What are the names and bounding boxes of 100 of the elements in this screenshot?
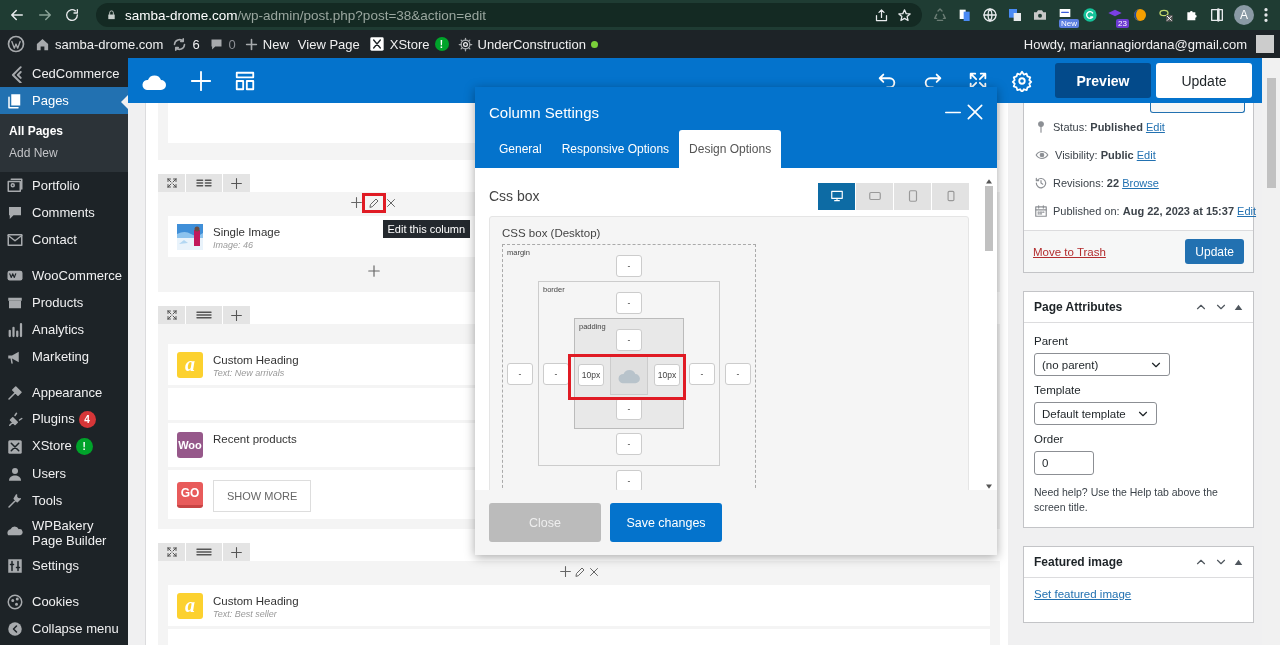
layout-button[interactable] [186, 543, 222, 561]
layout-button[interactable] [186, 306, 222, 324]
value-field[interactable]: - [616, 255, 642, 277]
sidebar-item[interactable]: XStore ! [0, 433, 128, 460]
value-field[interactable]: - [689, 362, 715, 385]
sidebar-item[interactable]: Analytics [0, 316, 128, 343]
submenu-item[interactable]: Add New [0, 142, 128, 164]
edit-link[interactable]: Edit [1237, 205, 1257, 217]
value-field[interactable]: 10px [654, 363, 680, 386]
device-button[interactable] [818, 182, 855, 210]
show-more-button[interactable]: SHOW MORE [213, 480, 312, 512]
move-button[interactable] [158, 306, 185, 324]
publish-info: Visibility: Public Edit [1055, 149, 1156, 161]
xstore-link[interactable]: XStore [389, 36, 430, 52]
close-icon [385, 196, 397, 209]
pencil-icon [573, 565, 586, 578]
document-icon [957, 7, 973, 23]
sidebar-item[interactable]: Appearance [0, 379, 128, 406]
sidebar-item[interactable]: Products [0, 289, 128, 316]
parent-select[interactable]: (no parent) [1034, 353, 1170, 376]
sidebar-item[interactable]: WooCommerce [0, 262, 128, 289]
element-card[interactable]: a Custom Heading Text: Best seller [168, 585, 990, 626]
add-button[interactable] [223, 306, 250, 324]
element-icon: a [177, 351, 203, 378]
delete-button[interactable] [385, 196, 397, 209]
preview-button[interactable]: Preview [1055, 63, 1151, 98]
close-button[interactable] [965, 102, 985, 122]
dialog-tab[interactable]: Responsive Options [551, 130, 680, 168]
move-button[interactable] [158, 174, 185, 192]
value-field[interactable]: - [507, 362, 533, 385]
add-button[interactable] [350, 196, 363, 209]
sidebar-item[interactable]: WPBakery Page Builder [0, 514, 128, 552]
sidebar-item[interactable]: Cookies [0, 588, 128, 615]
save-changes-button[interactable]: Save changes [610, 503, 722, 542]
edit-button[interactable] [573, 565, 586, 578]
dialog-tab[interactable]: Design Options [679, 130, 782, 168]
edit-link[interactable]: Edit [1145, 121, 1165, 133]
update-button[interactable]: Update [1185, 239, 1244, 264]
sidebar-item[interactable]: Portfolio [0, 172, 128, 199]
set-featured-image-link[interactable]: Set featured image [1034, 588, 1132, 600]
sidebar-item[interactable]: Marketing [0, 343, 128, 370]
desktop-icon [829, 189, 844, 203]
sidebar-item[interactable]: Collapse menu [0, 615, 128, 642]
trash-link[interactable]: Move to Trash [1033, 245, 1106, 258]
sidebar-item[interactable]: Plugins 4 [0, 406, 128, 433]
sidebar-item[interactable]: Settings [0, 552, 128, 579]
move-button[interactable] [158, 543, 185, 561]
field-label: Parent [1034, 335, 1068, 347]
edit-button[interactable] [365, 195, 383, 210]
submenu-item[interactable]: All Pages [0, 120, 128, 142]
outline-button[interactable] [1150, 103, 1245, 113]
sidebar-item[interactable]: CedCommerce [0, 60, 128, 87]
layout-button[interactable] [186, 174, 222, 192]
extension-badge: 23 [1116, 19, 1129, 28]
value-field[interactable]: - [616, 398, 642, 420]
value-field[interactable]: - [616, 470, 642, 490]
add-button[interactable] [223, 174, 250, 192]
value-field[interactable]: - [616, 292, 642, 314]
eye-icon [1034, 148, 1050, 162]
camera-icon [1032, 7, 1048, 23]
minimize-button[interactable] [945, 110, 961, 114]
url-text: samba-drome.com/wp-admin/post.php?post=38&action=edit [125, 7, 486, 23]
scrollbar-thumb[interactable] [985, 186, 993, 251]
sidebar-item[interactable]: Comments [0, 199, 128, 226]
address-bar[interactable]: samba-drome.com/wp-admin/post.php?post=38&action=edit [96, 3, 922, 27]
plug-icon [6, 410, 24, 429]
add-button[interactable] [558, 565, 572, 578]
tablet-landscape-icon [867, 189, 882, 203]
site-link[interactable]: samba-drome.com [55, 36, 164, 52]
sidebar-item[interactable]: Tools [0, 487, 128, 514]
order-field[interactable]: 0 [1034, 451, 1094, 475]
element-title: Recent products [213, 433, 297, 445]
element-subtitle: Text: New arrivals [213, 368, 286, 378]
edit-link[interactable]: Edit [1136, 149, 1156, 161]
sidebar-item[interactable]: Users [0, 460, 128, 487]
under-construction-link[interactable]: UnderConstruction [477, 36, 586, 52]
greeting-text[interactable]: Howdy, mariannagiordana@gmail.com [1023, 36, 1247, 52]
new-link[interactable]: New [262, 36, 289, 52]
dialog-tab[interactable]: General [489, 130, 552, 168]
sidebar-item[interactable]: Contact [0, 226, 128, 253]
comments-count[interactable]: 0 [228, 36, 236, 52]
value-field[interactable]: - [616, 329, 642, 351]
box-title: Page Attributes [1034, 300, 1124, 314]
value-field[interactable]: - [616, 433, 642, 455]
updates-count[interactable]: 6 [192, 36, 200, 52]
element-icon: a [177, 592, 203, 619]
update-button[interactable]: Update [1156, 63, 1252, 98]
value-field[interactable]: 10px [578, 363, 604, 386]
close-icon [965, 102, 985, 122]
add-button[interactable] [223, 543, 250, 561]
value-field[interactable]: - [725, 362, 751, 385]
value-field[interactable]: - [543, 362, 569, 385]
sidebar-item[interactable]: Pages [0, 87, 128, 114]
edit-link[interactable]: Browse [1122, 177, 1159, 189]
ring-icon [1157, 7, 1175, 23]
plus-icon [366, 264, 381, 278]
calendar-icon [1034, 204, 1048, 218]
delete-button[interactable] [587, 565, 600, 578]
view-page-link[interactable]: View Page [297, 36, 360, 52]
template-select[interactable]: Default template [1034, 402, 1157, 425]
